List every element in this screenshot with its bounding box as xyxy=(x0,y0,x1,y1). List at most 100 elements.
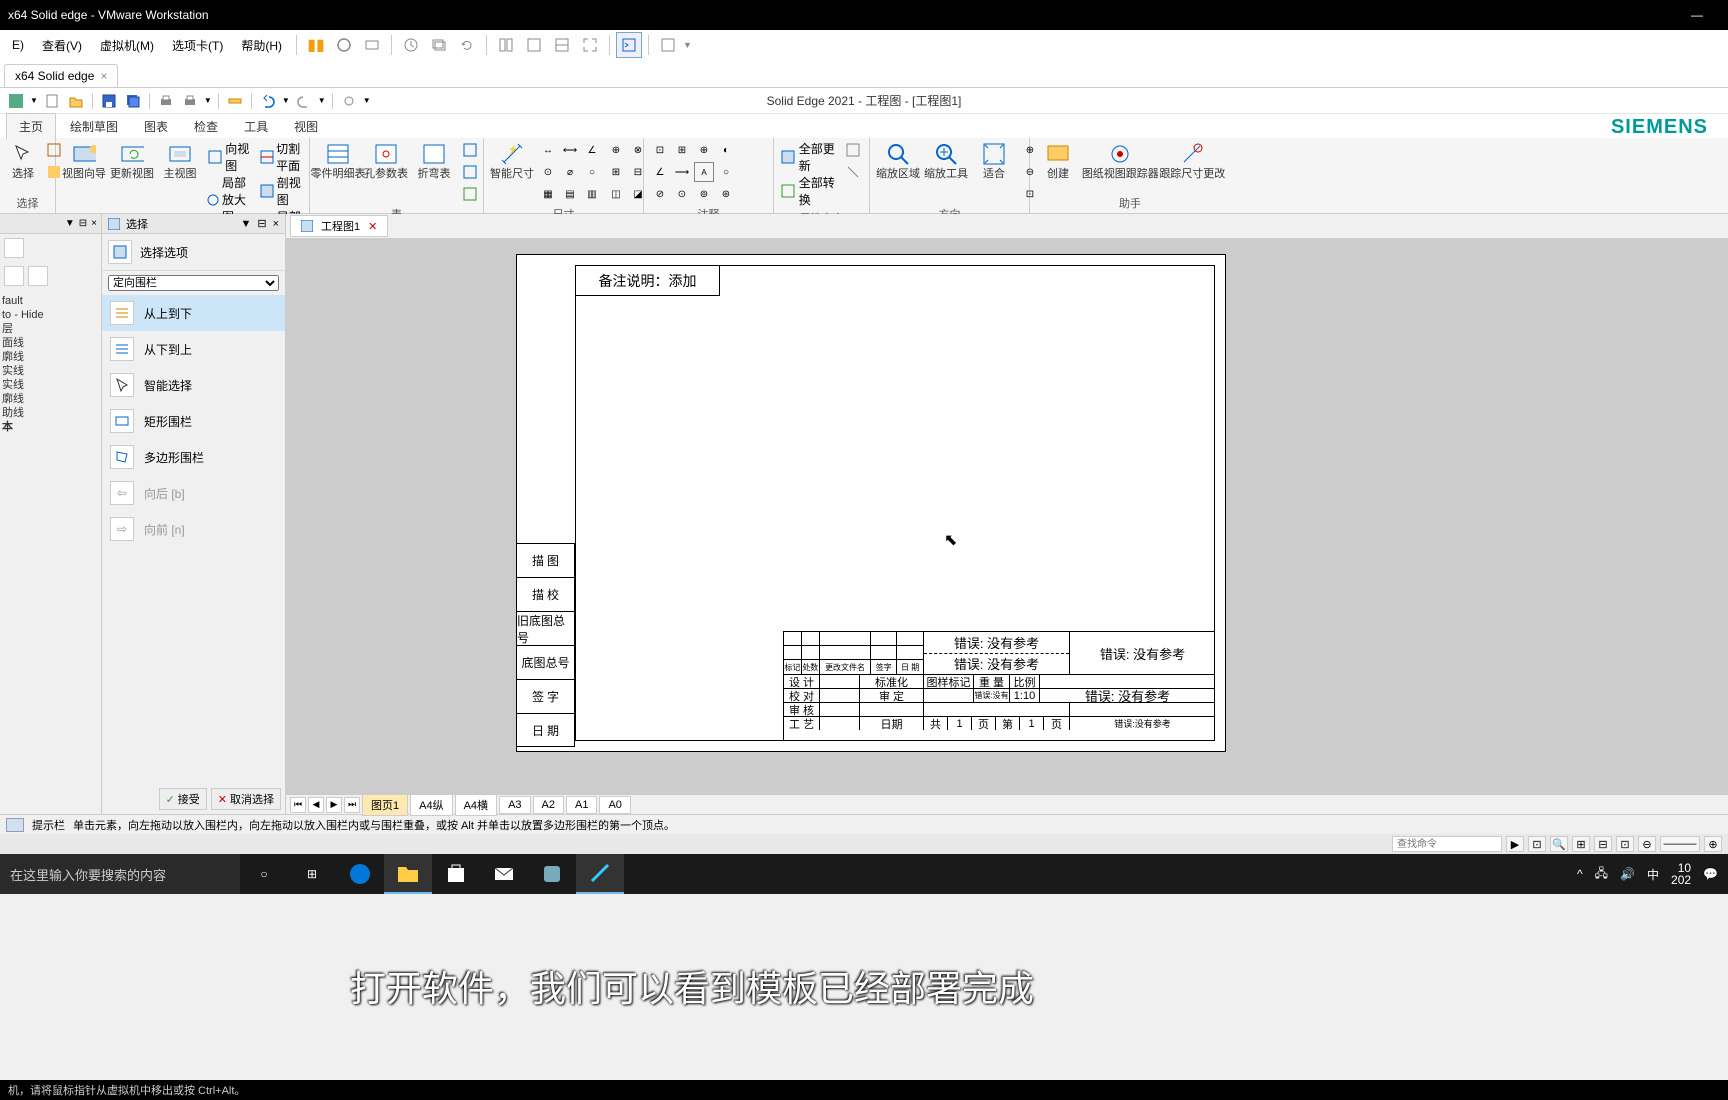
dim12-icon[interactable]: ⊞ xyxy=(606,162,626,182)
menu-help[interactable]: 帮助(H) xyxy=(233,33,290,58)
accept-button[interactable]: ✓接受 xyxy=(159,788,207,810)
ann1-icon[interactable]: ⊡ xyxy=(650,140,670,160)
drawing-canvas[interactable]: 备注说明：添加 描 图 描 校 旧底图总号 底图总号 签 字 日 期 xyxy=(286,238,1728,794)
mail-icon[interactable] xyxy=(480,854,528,894)
feature-tree[interactable]: faultto - Hide层 面线廓线 实线实线 廓线助线本 xyxy=(0,290,101,438)
close-icon[interactable]: × xyxy=(273,218,279,230)
next-icon[interactable]: ▶ xyxy=(326,797,342,813)
view2-icon[interactable] xyxy=(521,32,547,58)
sel-bottom-up[interactable]: 从下到上 xyxy=(102,331,285,367)
sb1-icon[interactable]: ▶ xyxy=(1506,836,1524,852)
fit-button[interactable]: 适合 xyxy=(972,140,1016,182)
sheet-tab-a1[interactable]: A1 xyxy=(566,796,597,814)
ann7-icon[interactable]: A xyxy=(694,162,714,182)
lp-tool1[interactable] xyxy=(4,238,24,258)
sb-slider[interactable]: ——— xyxy=(1660,836,1700,852)
new-icon[interactable] xyxy=(42,91,62,111)
ann4-icon[interactable]: ◐ xyxy=(716,140,736,160)
clock-icon[interactable] xyxy=(398,32,424,58)
tab-sketch[interactable]: 绘制草图 xyxy=(58,114,130,139)
pt2-icon[interactable] xyxy=(843,162,863,182)
hole-table-button[interactable]: 孔参数表 xyxy=(364,140,408,182)
dim7-icon[interactable]: ▦ xyxy=(538,184,558,204)
unity-icon[interactable] xyxy=(655,32,681,58)
console-icon[interactable] xyxy=(616,32,642,58)
menu-vm[interactable]: 虚拟机(M) xyxy=(92,33,162,58)
track-dim-button[interactable]: 跟踪尺寸更改 xyxy=(1161,140,1224,182)
sel-poly[interactable]: 多边形围栏 xyxy=(102,439,285,475)
zoom-area-button[interactable]: 缩放区域 xyxy=(876,140,920,182)
sheet-tab-a0[interactable]: A0 xyxy=(599,796,630,814)
dim2-icon[interactable]: ⟷ xyxy=(560,140,580,160)
parts-list-button[interactable]: 零件明细表 xyxy=(316,140,360,182)
ann12-icon[interactable]: ⊛ xyxy=(716,184,736,204)
ann8-icon[interactable]: ○ xyxy=(716,162,736,182)
sb7-icon[interactable]: ⊖ xyxy=(1638,836,1656,852)
store-icon[interactable] xyxy=(432,854,480,894)
close-icon[interactable]: × xyxy=(100,69,107,83)
minimize-button[interactable]: — xyxy=(1674,0,1720,30)
update-all-button[interactable]: 全部更新 xyxy=(780,140,839,174)
fence-select[interactable]: 定向围栏 xyxy=(108,275,279,291)
dim4-icon[interactable]: ⊙ xyxy=(538,162,558,182)
open-icon[interactable] xyxy=(66,91,86,111)
explorer-icon[interactable] xyxy=(384,854,432,894)
taskview-icon[interactable]: ⊞ xyxy=(288,854,336,894)
zoom-tool-button[interactable]: 缩放工具 xyxy=(924,140,968,182)
save-icon[interactable] xyxy=(99,91,119,111)
close-icon[interactable]: ✕ xyxy=(368,220,377,233)
create-button[interactable]: 创建 xyxy=(1036,140,1080,182)
sb4-icon[interactable]: ⊞ xyxy=(1572,836,1590,852)
sheet-tab-a4h[interactable]: A4横 xyxy=(455,794,497,816)
save-all-icon[interactable] xyxy=(123,91,143,111)
last-icon[interactable]: ⏭ xyxy=(344,797,360,813)
principal-view-button[interactable]: 主视图 xyxy=(158,140,202,182)
menu-edit[interactable]: E) xyxy=(4,34,32,56)
tbl3-icon[interactable] xyxy=(460,184,480,204)
section-view-button[interactable]: 剖视图 xyxy=(260,174,303,208)
dim1-icon[interactable]: ↔ xyxy=(538,140,558,160)
app1-icon[interactable] xyxy=(528,854,576,894)
notifications-icon[interactable]: 💬 xyxy=(1703,867,1718,881)
sel-top-down[interactable]: 从上到下 xyxy=(102,295,285,331)
tracker-button[interactable]: 图纸视图跟踪器 xyxy=(1084,140,1157,182)
undo-icon[interactable] xyxy=(258,91,278,111)
menu-view[interactable]: 查看(V) xyxy=(34,33,90,58)
view3-icon[interactable] xyxy=(549,32,575,58)
fullscreen-icon[interactable] xyxy=(577,32,603,58)
lp-tool3[interactable] xyxy=(28,266,48,286)
ruler-icon[interactable] xyxy=(225,91,245,111)
sel-options-row[interactable]: 选择选项 xyxy=(102,234,285,271)
doc-tab[interactable]: 工程图1 ✕ xyxy=(290,215,388,237)
tab-view[interactable]: 视图 xyxy=(282,114,330,139)
ann5-icon[interactable]: ∠ xyxy=(650,162,670,182)
dim3-icon[interactable]: ∠ xyxy=(582,140,602,160)
tray-chevron-icon[interactable]: ^ xyxy=(1577,867,1583,881)
dim14-icon[interactable]: ◫ xyxy=(606,184,626,204)
dim9-icon[interactable]: ▥ xyxy=(582,184,602,204)
snapshot-icon[interactable] xyxy=(359,32,385,58)
tab-chart[interactable]: 图表 xyxy=(132,114,180,139)
dim5-icon[interactable]: ⌀ xyxy=(560,162,580,182)
convert-all-button[interactable]: 全部转换 xyxy=(780,174,839,208)
update-views-button[interactable]: 更新视图 xyxy=(110,140,154,182)
print-icon[interactable] xyxy=(156,91,176,111)
lp-tool2[interactable] xyxy=(4,266,24,286)
tab-inspect[interactable]: 检查 xyxy=(182,114,230,139)
sheet-tab-a4v[interactable]: A4纵 xyxy=(410,794,452,816)
sheet-tab-a3[interactable]: A3 xyxy=(499,796,530,814)
sb3-icon[interactable]: 🔍 xyxy=(1550,836,1568,852)
revert-icon[interactable] xyxy=(454,32,480,58)
redo-icon[interactable] xyxy=(294,91,314,111)
ann11-icon[interactable]: ⊚ xyxy=(694,184,714,204)
sheet-tab-1[interactable]: 图页1 xyxy=(362,794,408,816)
select-button[interactable]: 选择 xyxy=(6,140,40,182)
dim8-icon[interactable]: ▤ xyxy=(560,184,580,204)
ime-indicator[interactable]: 中 xyxy=(1647,866,1659,883)
edge-icon[interactable] xyxy=(336,854,384,894)
sb8-icon[interactable]: ⊕ xyxy=(1704,836,1722,852)
cut-plane-button[interactable]: 切割平面 xyxy=(260,140,303,174)
tbl2-icon[interactable] xyxy=(460,162,480,182)
sb6-icon[interactable]: ⊡ xyxy=(1616,836,1634,852)
view-wizard-button[interactable]: 视图向导 xyxy=(62,140,106,182)
